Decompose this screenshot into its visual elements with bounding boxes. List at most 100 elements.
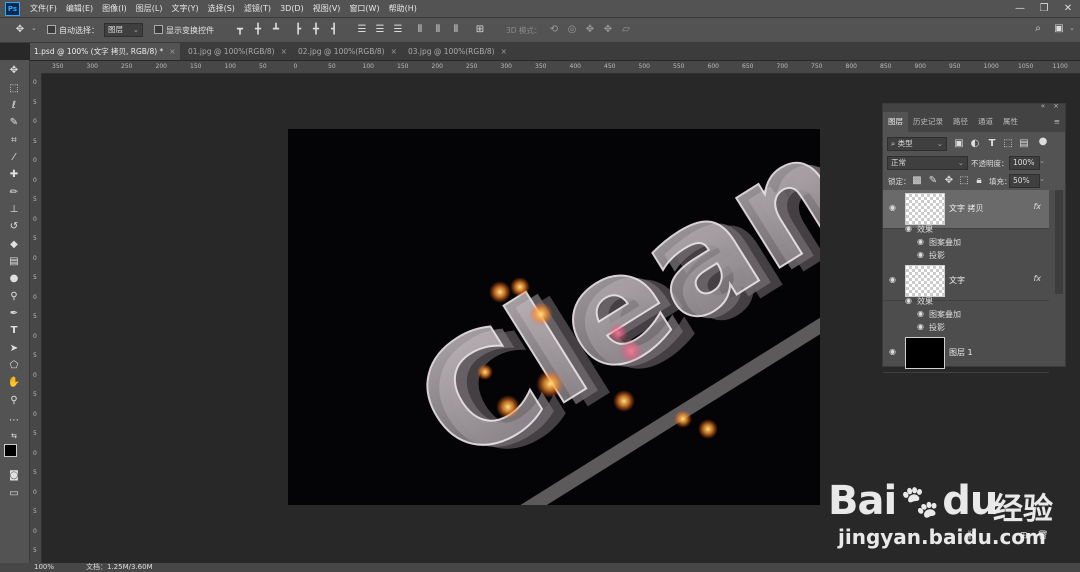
minimize-button[interactable]: — [1008, 0, 1032, 17]
menu-help[interactable]: 帮助(H) [389, 3, 417, 14]
3d-scale-icon[interactable]: ▱ [620, 25, 632, 35]
fill-input[interactable]: 50% [1009, 174, 1040, 188]
3d-slide-icon[interactable]: ✥ [602, 25, 614, 35]
shape-tool-icon[interactable]: ⬠ [7, 359, 21, 372]
screen-mode-icon[interactable]: ▭ [7, 487, 21, 500]
tab-1-psd[interactable]: 1.psd @ 100% (文字 拷贝, RGB/8) * × [30, 43, 180, 60]
dodge-tool-icon[interactable]: ⚲ [7, 290, 21, 303]
menu-image[interactable]: 图像(I) [102, 3, 127, 14]
search-icon[interactable]: ⌕ [1032, 24, 1044, 34]
opacity-input[interactable]: 100% [1009, 156, 1040, 170]
move-tool-icon[interactable]: ✥ [7, 64, 21, 77]
history-brush-tool-icon[interactable]: ↺ [7, 220, 21, 233]
eraser-tool-icon[interactable]: ◆ [7, 238, 21, 251]
visibility-eye-icon[interactable]: ◉ [905, 224, 912, 233]
lock-pixels-icon[interactable]: ✎ [927, 176, 939, 186]
healing-brush-tool-icon[interactable]: ✚ [7, 168, 21, 181]
zoom-tool-icon[interactable]: ⚲ [7, 394, 21, 407]
tab-paths[interactable]: 路径 [948, 112, 973, 132]
filter-smart-object-icon[interactable]: ▤ [1018, 139, 1030, 149]
close-icon[interactable]: × [501, 47, 507, 56]
eyedropper-tool-icon[interactable]: ⁄ [7, 151, 21, 164]
tab-01-jpg[interactable]: 01.jpg @ 100%(RGB/8) × [184, 43, 294, 60]
horizontal-ruler[interactable]: 350 300 250 200 150 100 50 0 50 100 150 200 250 300 35… [42, 61, 1080, 74]
lock-all-icon[interactable]: 🔒︎ [973, 176, 985, 186]
tab-history[interactable]: 历史记录 [908, 112, 948, 132]
filter-pixel-icon[interactable]: ▣ [953, 139, 965, 149]
stamp-tool-icon[interactable]: ⊥ [7, 203, 21, 216]
close-icon[interactable]: × [391, 47, 397, 56]
filter-type-icon[interactable]: T [986, 139, 998, 149]
visibility-eye-icon[interactable]: ◉ [889, 203, 896, 212]
layer-name[interactable]: 文字 拷贝 [949, 203, 984, 214]
filter-adjustment-icon[interactable]: ◐ [969, 139, 981, 149]
distribute-top-icon[interactable]: ☰ [356, 25, 368, 35]
workspace-icon[interactable]: ▣ [1053, 24, 1065, 34]
auto-select-dropdown[interactable]: 图层 ⌄ [104, 23, 143, 37]
menu-edit[interactable]: 编辑(E) [66, 3, 93, 14]
workspace-chevron-icon[interactable]: ⌄ [1069, 24, 1075, 32]
lock-transparent-icon[interactable]: ▩ [911, 176, 923, 186]
layer-list-scrollbar[interactable] [1055, 190, 1063, 294]
chevron-down-icon[interactable]: ⌄ [1039, 175, 1045, 183]
tab-properties[interactable]: 属性 [998, 112, 1023, 132]
distribute-vcenter-icon[interactable]: ☰ [374, 25, 386, 35]
effect-row-pattern-overlay[interactable]: ◉ 图案叠加 [883, 236, 1049, 249]
align-hcenter-icon[interactable]: ╋ [310, 25, 322, 35]
brush-tool-icon[interactable]: ✏ [7, 186, 21, 199]
layer-row-layer-1[interactable]: ◉ 图层 1 [883, 334, 1049, 373]
pen-tool-icon[interactable]: ✒ [7, 307, 21, 320]
visibility-eye-icon[interactable]: ◉ [905, 296, 912, 305]
foreground-color-swatch[interactable] [4, 444, 17, 457]
type-tool-icon[interactable]: T [7, 324, 21, 337]
distribute-left-icon[interactable]: ⦀ [414, 25, 426, 35]
restore-button[interactable]: ❐ [1032, 0, 1056, 17]
quick-select-tool-icon[interactable]: ✎ [7, 116, 21, 129]
tab-channels[interactable]: 通道 [973, 112, 998, 132]
3d-roll-icon[interactable]: ◎ [566, 25, 578, 35]
crop-tool-icon[interactable]: ⌗ [7, 134, 21, 147]
blur-tool-icon[interactable]: ● [7, 272, 21, 285]
auto-select-checkbox[interactable] [47, 25, 56, 37]
lock-artboard-icon[interactable]: ⬚ [958, 176, 970, 186]
menu-select[interactable]: 选择(S) [208, 3, 235, 14]
vertical-ruler[interactable]: 0 5 0 5 0 0 5 0 5 0 5 0 5 0 5 0 5 0 5 0 5 0 5 0 5 [30, 73, 42, 563]
panel-header[interactable]: « × [883, 102, 1065, 112]
more-tools-icon[interactable]: ⋯ [7, 414, 21, 427]
visibility-eye-icon[interactable]: ◉ [917, 322, 924, 331]
gradient-tool-icon[interactable]: ▤ [7, 255, 21, 268]
close-panel-icon[interactable]: × [1053, 102, 1059, 110]
visibility-eye-icon[interactable]: ◉ [917, 250, 924, 259]
effects-row[interactable]: ◉ 效果 [883, 295, 1049, 308]
collapse-icon[interactable]: « [1041, 102, 1045, 110]
panel-menu-icon[interactable]: ≡ [1049, 112, 1065, 132]
menu-file[interactable]: 文件(F) [30, 3, 57, 14]
align-top-icon[interactable]: ┳ [234, 25, 246, 35]
effects-row[interactable]: ◉ 效果 [883, 223, 1049, 236]
close-icon[interactable]: × [169, 47, 175, 56]
3d-rotate-icon[interactable]: ⟲ [548, 25, 560, 35]
distribute-hcenter-icon[interactable]: ⦀ [432, 25, 444, 35]
lock-position-icon[interactable]: ✥ [943, 176, 955, 186]
3d-pan-icon[interactable]: ✥ [584, 25, 596, 35]
fx-icon[interactable]: fx [1033, 202, 1041, 211]
filter-shape-icon[interactable]: ⬚ [1002, 139, 1014, 149]
layer-name[interactable]: 图层 1 [949, 347, 973, 358]
lasso-tool-icon[interactable]: ℓ [7, 99, 21, 112]
visibility-eye-icon[interactable]: ◉ [889, 347, 896, 356]
quick-mask-icon[interactable]: ◙ [7, 469, 21, 482]
marquee-tool-icon[interactable]: ⬚ [7, 82, 21, 95]
swap-colors-icon[interactable]: ⇆ [7, 430, 21, 443]
tab-03-jpg[interactable]: 03.jpg @ 100%(RGB/8) × [404, 43, 514, 60]
chevron-down-icon[interactable]: ⌄ [1039, 157, 1045, 165]
align-right-icon[interactable]: ┫ [328, 25, 340, 35]
effect-row-pattern-overlay[interactable]: ◉ 图案叠加 [883, 308, 1049, 321]
menu-type[interactable]: 文字(Y) [171, 3, 198, 14]
effect-row-drop-shadow[interactable]: ◉ 投影 [883, 249, 1049, 262]
close-icon[interactable]: × [281, 47, 287, 56]
layer-name[interactable]: 文字 [949, 275, 965, 286]
zoom-level[interactable]: 100% [34, 563, 54, 572]
menu-layer[interactable]: 图层(L) [136, 3, 163, 14]
visibility-eye-icon[interactable]: ◉ [917, 237, 924, 246]
auto-align-icon[interactable]: ⊞ [474, 25, 486, 35]
